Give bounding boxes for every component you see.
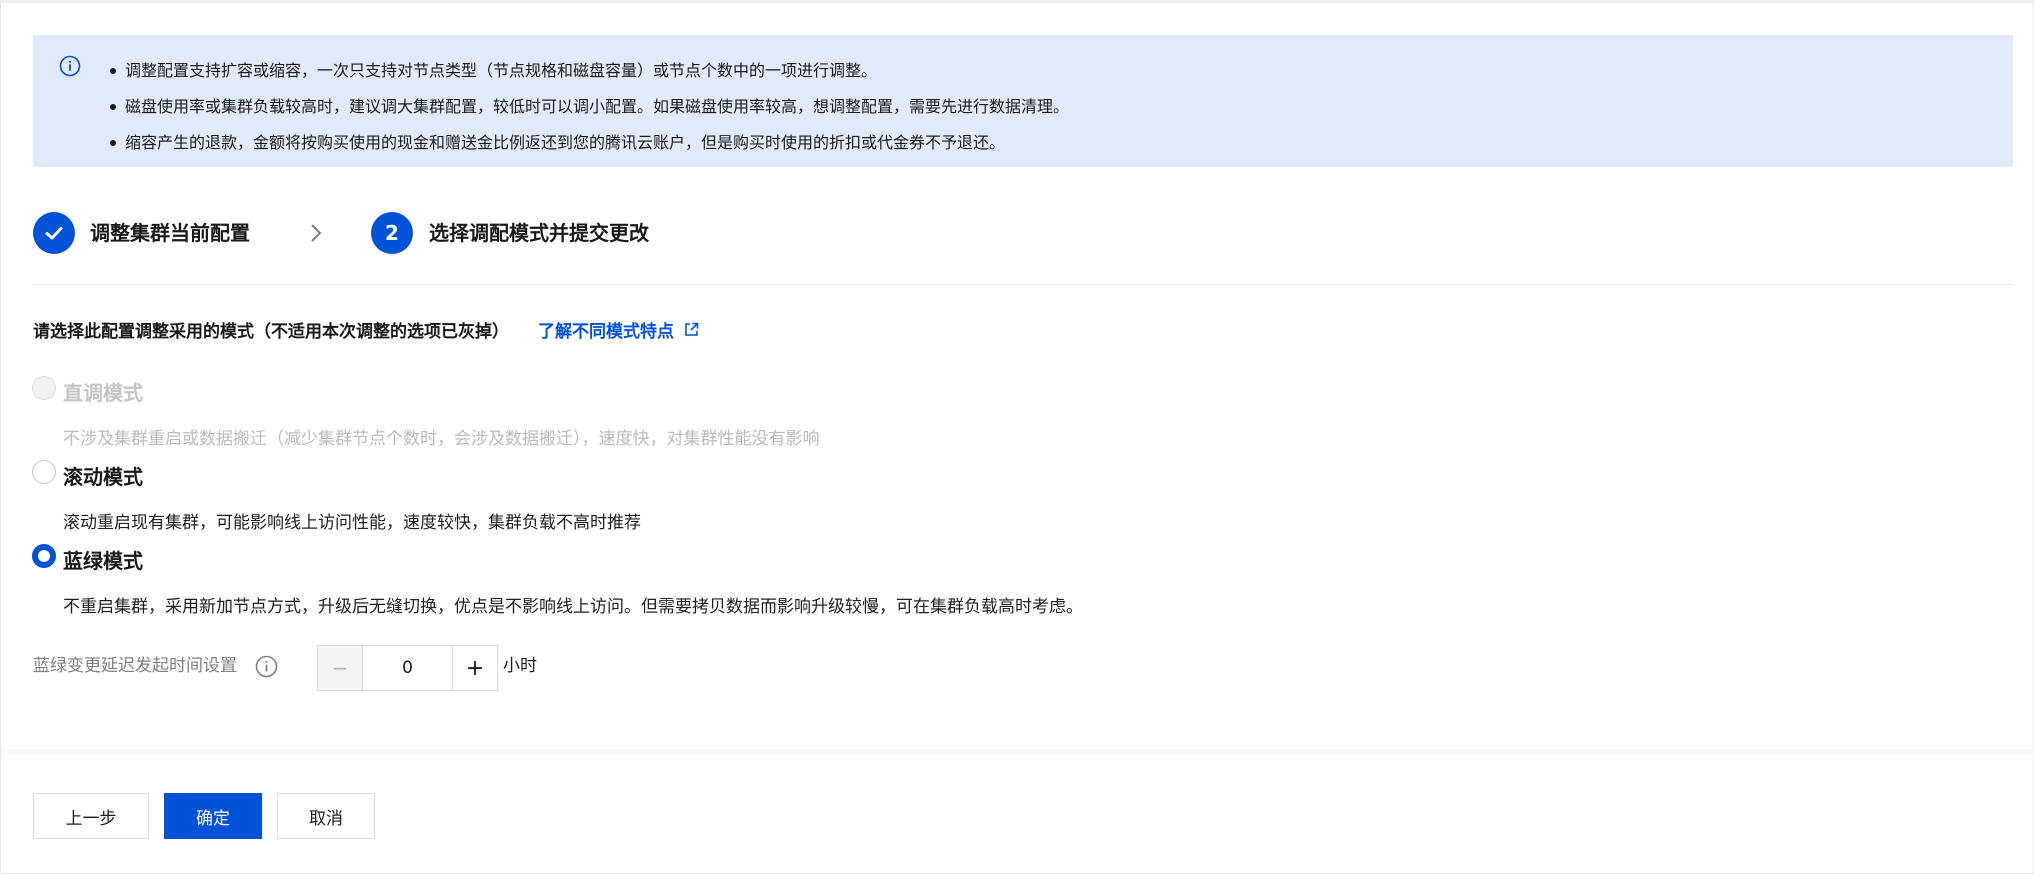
mode-docs-link-label[interactable]: 了解不同模式特点 bbox=[538, 317, 674, 342]
confirm-button[interactable]: 确定 bbox=[164, 793, 262, 839]
check-icon bbox=[45, 227, 63, 240]
mode-docs-link[interactable]: 了解不同模式特点 bbox=[538, 317, 699, 342]
footer-divider bbox=[2, 749, 2034, 757]
radio-direct-label: 直调模式 bbox=[63, 381, 143, 405]
delay-label: 蓝绿变更延迟发起时间设置 bbox=[33, 656, 237, 676]
info-notice: 调整配置支持扩容或缩容，一次只支持对节点类型（节点规格和磁盘容量）或节点个数中的… bbox=[33, 35, 2013, 167]
mode-title: 请选择此配置调整采用的模式（不适用本次调整的选项已灰掉） bbox=[33, 322, 509, 342]
steps-indicator: 调整集群当前配置 2 选择调配模式并提交更改 bbox=[33, 212, 2013, 256]
delay-unit: 小时 bbox=[503, 656, 537, 676]
decrement-button[interactable]: − bbox=[318, 646, 363, 690]
radio-blue-green[interactable] bbox=[32, 544, 56, 568]
external-link-icon[interactable] bbox=[684, 322, 699, 337]
info-tooltip-icon[interactable] bbox=[255, 655, 278, 678]
radio-rolling-desc: 滚动重启现有集群，可能影响线上访问性能，速度较快，集群负载不高时推荐 bbox=[63, 513, 641, 533]
info-circle-icon bbox=[59, 55, 81, 77]
radio-direct-desc: 不涉及集群重启或数据搬迁（减少集群节点个数时，会涉及数据搬迁），速度快，对集群性… bbox=[63, 429, 820, 449]
step-2-number: 2 bbox=[371, 212, 413, 254]
notice-item: 磁盘使用率或集群负载较高时，建议调大集群配置，较低时可以调小配置。如果磁盘使用率… bbox=[109, 89, 1069, 125]
radio-rolling[interactable] bbox=[32, 460, 56, 484]
radio-blue-green-desc: 不重启集群，采用新加节点方式，升级后无缝切换，优点是不影响线上访问。但需要拷贝数… bbox=[63, 597, 1083, 617]
chevron-right-icon bbox=[311, 224, 322, 242]
radio-direct bbox=[32, 376, 56, 400]
notice-item: 调整配置支持扩容或缩容，一次只支持对节点类型（节点规格和磁盘容量）或节点个数中的… bbox=[109, 53, 1069, 89]
step-1-label: 调整集群当前配置 bbox=[90, 221, 250, 245]
page-frame: 调整配置支持扩容或缩容，一次只支持对节点类型（节点规格和磁盘容量）或节点个数中的… bbox=[0, 0, 2034, 874]
delay-value-input[interactable]: 0 bbox=[363, 646, 452, 690]
divider bbox=[33, 284, 2013, 285]
step-2-label: 选择调配模式并提交更改 bbox=[429, 221, 649, 245]
notice-item: 缩容产生的退款，金额将按购买使用的现金和赠送金比例返还到您的腾讯云账户，但是购买… bbox=[109, 125, 1069, 161]
radio-blue-green-label[interactable]: 蓝绿模式 bbox=[63, 545, 143, 574]
step-done-icon bbox=[33, 212, 75, 254]
delay-stepper: − 0 + bbox=[317, 645, 498, 691]
cancel-button[interactable]: 取消 bbox=[277, 793, 375, 839]
increment-button[interactable]: + bbox=[452, 646, 497, 690]
radio-rolling-label[interactable]: 滚动模式 bbox=[63, 461, 143, 490]
prev-step-button[interactable]: 上一步 bbox=[33, 793, 149, 839]
notice-list: 调整配置支持扩容或缩容，一次只支持对节点类型（节点规格和磁盘容量）或节点个数中的… bbox=[109, 53, 1069, 161]
